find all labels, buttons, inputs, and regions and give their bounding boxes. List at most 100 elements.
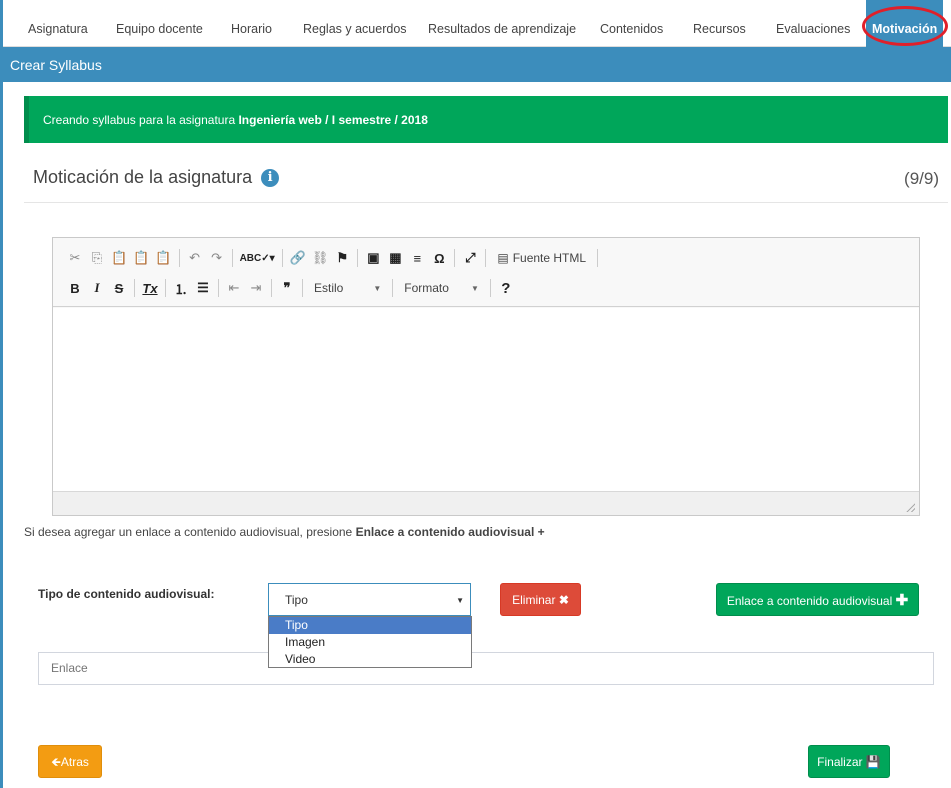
tab-resultados-aprendizaje[interactable]: Resultados de aprendizaje	[428, 0, 576, 47]
editor-toolbar: ✂ ⎘ 📋 📋 📋 ↶ ↷ ABC✓▾ 🔗 ⛓ ⚑ ▣ ▦ ≡ Ω ⤢ ▤ Fu…	[53, 238, 919, 307]
info-icon[interactable]: i	[261, 169, 280, 187]
tab-reglas-y-acuerdos[interactable]: Reglas y acuerdos	[303, 0, 407, 47]
bulleted-list-icon[interactable]: ☰	[193, 277, 213, 299]
tipo-select-value: Tipo	[285, 593, 308, 607]
outdent-icon[interactable]: ⇤	[224, 277, 244, 299]
audiovisual-hint: Si desea agregar un enlace a contenido a…	[24, 525, 545, 539]
source-html-button[interactable]: ▤ Fuente HTML	[491, 247, 592, 269]
chevron-down-icon: ▼	[373, 283, 382, 293]
save-icon: 💾	[865, 755, 881, 769]
toolbar-separator	[218, 279, 219, 297]
link-icon[interactable]: 🔗	[288, 247, 308, 269]
anchor-flag-icon[interactable]: ⚑	[332, 247, 352, 269]
tipo-select[interactable]: Tipo ▼	[268, 583, 471, 616]
tab-evaluaciones[interactable]: Evaluaciones	[776, 0, 850, 47]
hint-text: Si desea agregar un enlace a contenido a…	[24, 525, 356, 539]
bold-icon[interactable]: B	[65, 277, 85, 299]
paste-icon[interactable]: 📋	[109, 247, 129, 269]
editor-content-area[interactable]	[53, 308, 919, 491]
dropdown-option-imagen[interactable]: Imagen	[269, 634, 471, 651]
strikethrough-icon[interactable]: S	[109, 277, 129, 299]
hint-bold: Enlace a contenido audiovisual +	[355, 525, 545, 539]
toolbar-separator	[392, 279, 394, 297]
toolbar-separator	[178, 249, 180, 267]
info-alert: Creando syllabus para la asignatura Inge…	[24, 96, 948, 143]
tab-equipo-docente[interactable]: Equipo docente	[116, 0, 203, 47]
highlight-circle	[862, 6, 948, 46]
tab-motivacion[interactable]: Motivación	[862, 0, 948, 47]
toolbar-separator	[357, 249, 359, 267]
copy-icon[interactable]: ⎘	[87, 247, 107, 269]
resize-handle-icon[interactable]	[906, 503, 915, 512]
blockquote-icon[interactable]: ❞	[277, 277, 297, 299]
step-counter: (9/9)	[904, 169, 939, 188]
close-icon: ✖	[558, 593, 569, 607]
paste-word-icon[interactable]: 📋	[153, 247, 173, 269]
toolbar-row-2: B I S Tx ⒈ ☰ ⇤ ⇥ ❞ Estilo ▼ Formato ▼ ?	[65, 276, 516, 300]
spellcheck-icon[interactable]: ABC✓▾	[238, 247, 277, 269]
finalizar-button[interactable]: Finalizar 💾	[808, 745, 890, 778]
redo-icon[interactable]: ↷	[207, 247, 227, 269]
unlink-icon[interactable]: ⛓	[310, 247, 331, 269]
format-dropdown[interactable]: Formato ▼	[398, 277, 485, 299]
toolbar-separator	[281, 249, 283, 267]
page-header-title: Crear Syllabus	[10, 57, 102, 73]
table-icon[interactable]: ▦	[385, 247, 405, 269]
tipo-contenido-label: Tipo de contenido audiovisual:	[38, 587, 215, 601]
dropdown-option-video[interactable]: Video	[269, 651, 471, 668]
tab-contenidos[interactable]: Contenidos	[600, 0, 663, 47]
format-label: Formato	[404, 281, 449, 295]
cut-icon[interactable]: ✂	[65, 247, 85, 269]
tab-asignatura[interactable]: Asignatura	[28, 0, 88, 47]
italic-icon[interactable]: I	[87, 277, 107, 299]
tab-bar: Asignatura Equipo docente Horario Reglas…	[3, 0, 951, 47]
special-char-icon[interactable]: Ω	[429, 247, 449, 269]
numbered-list-icon[interactable]: ⒈	[171, 277, 191, 299]
undo-icon[interactable]: ↶	[185, 247, 205, 269]
caret-down-icon: ▼	[456, 596, 464, 605]
atras-label: Atras	[60, 755, 89, 769]
help-icon[interactable]: ?	[496, 277, 516, 299]
remove-format-icon[interactable]: Tx	[140, 277, 160, 299]
toolbar-separator	[302, 279, 303, 297]
atras-button[interactable]: 🡸Atras	[38, 745, 102, 778]
chevron-down-icon: ▼	[470, 283, 479, 293]
tab-horario[interactable]: Horario	[231, 0, 272, 47]
alert-course: Ingeniería web / I semestre / 2018	[238, 113, 428, 127]
toolbar-separator	[231, 249, 233, 267]
maximize-icon[interactable]: ⤢	[460, 247, 480, 269]
alert-prefix: Creando syllabus para la asignatura	[43, 113, 239, 127]
add-enlace-label: Enlace a contenido audiovisual	[726, 594, 893, 608]
enlace-input[interactable]	[38, 652, 934, 685]
section-title: Moticación de la asignatura i	[33, 167, 280, 188]
section-title-text: Moticación de la asignatura	[33, 167, 253, 187]
source-html-label: Fuente HTML	[512, 251, 587, 265]
add-enlace-button[interactable]: Enlace a contenido audiovisual ✚	[716, 583, 919, 616]
paste-text-icon[interactable]: 📋	[131, 247, 151, 269]
toolbar-separator	[134, 279, 135, 297]
toolbar-row-1: ✂ ⎘ 📋 📋 📋 ↶ ↷ ABC✓▾ 🔗 ⛓ ⚑ ▣ ▦ ≡ Ω ⤢ ▤ Fu…	[65, 246, 601, 270]
indent-icon[interactable]: ⇥	[246, 277, 266, 299]
toolbar-separator	[454, 249, 456, 267]
arrow-left-icon: 🡸	[51, 755, 61, 769]
image-icon[interactable]: ▣	[363, 247, 383, 269]
style-dropdown[interactable]: Estilo ▼	[308, 277, 387, 299]
horizontal-line-icon[interactable]: ≡	[407, 247, 427, 269]
dropdown-option-tipo[interactable]: Tipo	[269, 617, 471, 634]
eliminar-label: Eliminar	[512, 593, 556, 607]
toolbar-separator	[271, 279, 272, 297]
rich-text-editor: ✂ ⎘ 📋 📋 📋 ↶ ↷ ABC✓▾ 🔗 ⛓ ⚑ ▣ ▦ ≡ Ω ⤢ ▤ Fu…	[52, 237, 920, 516]
style-label: Estilo	[314, 281, 344, 295]
tipo-dropdown-list: Tipo Imagen Video	[268, 616, 472, 668]
toolbar-separator	[485, 249, 487, 267]
page-header: Crear Syllabus	[3, 47, 951, 82]
eliminar-button[interactable]: Eliminar ✖	[500, 583, 581, 616]
plus-icon: ✚	[895, 592, 909, 609]
toolbar-separator	[489, 279, 491, 297]
finalizar-label: Finalizar	[817, 755, 863, 769]
toolbar-separator	[597, 249, 599, 267]
source-html-icon: ▤	[497, 251, 509, 265]
editor-status-bar	[53, 491, 919, 515]
tab-recursos[interactable]: Recursos	[693, 0, 746, 47]
toolbar-separator	[165, 279, 166, 297]
